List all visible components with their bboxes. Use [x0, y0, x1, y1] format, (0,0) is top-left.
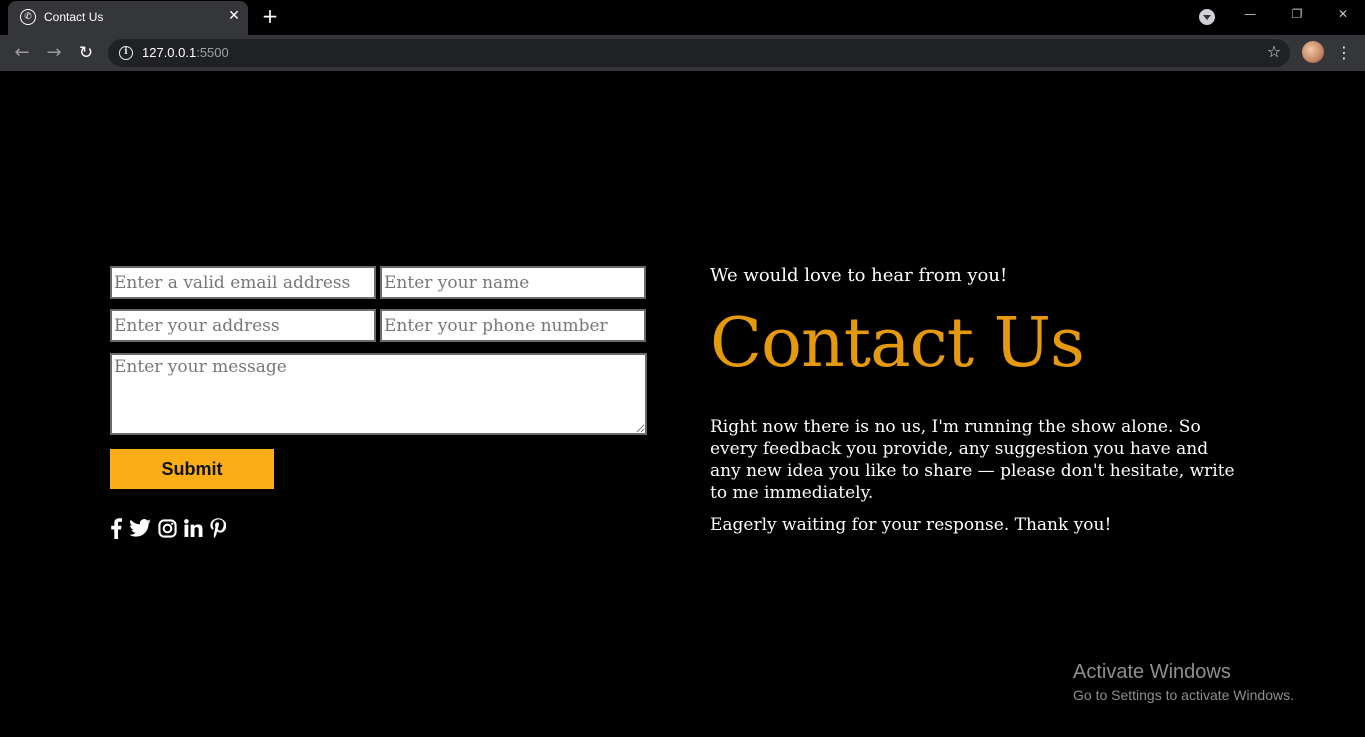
tab-search-icon[interactable] — [1199, 9, 1215, 25]
linkedin-icon[interactable] — [184, 517, 203, 539]
info-icon[interactable]: i — [119, 46, 133, 60]
message-field[interactable] — [110, 353, 647, 435]
reload-icon[interactable]: ↻ — [74, 41, 98, 65]
subheading: We would love to hear from you! — [710, 265, 1008, 286]
back-arrow-icon[interactable]: ← — [10, 41, 34, 65]
watermark-subtitle: Go to Settings to activate Windows. — [1073, 687, 1294, 703]
closing-paragraph: Eagerly waiting for your response. Thank… — [710, 515, 1112, 535]
forward-arrow-icon[interactable]: → — [42, 41, 66, 65]
browser-titlebar: ✆ Contact Us ✕ + — ❐ ✕ — [0, 0, 1365, 35]
twitter-icon[interactable] — [129, 517, 151, 539]
windows-activation-watermark: Activate Windows Go to Settings to activ… — [1073, 660, 1294, 706]
page-title: Contact Us — [710, 304, 1085, 383]
watermark-title: Activate Windows — [1073, 661, 1231, 683]
url-host: 127.0.0.1 — [142, 45, 197, 60]
facebook-icon[interactable] — [110, 517, 122, 539]
name-field[interactable] — [380, 266, 646, 299]
pinterest-icon[interactable] — [210, 517, 226, 539]
phone-field[interactable] — [380, 309, 646, 342]
instagram-icon[interactable] — [158, 517, 177, 539]
browser-tab[interactable]: ✆ Contact Us ✕ — [8, 1, 248, 35]
kebab-menu-icon[interactable]: ⋮ — [1334, 41, 1354, 65]
page-viewport: Submit We would love to hear from you! C… — [0, 71, 1365, 737]
url-port: :5500 — [196, 45, 229, 60]
intro-paragraph: Right now there is no us, I'm running th… — [710, 417, 1235, 503]
phone-icon: ✆ — [20, 9, 36, 25]
url-text[interactable]: 127.0.0.1:5500 — [142, 45, 229, 60]
contact-info: We would love to hear from you! Contact … — [710, 264, 1250, 536]
social-links — [110, 516, 233, 540]
avatar[interactable] — [1302, 41, 1324, 63]
browser-toolbar: ← → ↻ i 127.0.0.1:5500 ☆ ⋮ — [0, 35, 1365, 71]
restore-icon[interactable]: ❐ — [1274, 4, 1320, 26]
email-field[interactable] — [110, 266, 376, 299]
tab-title: Contact Us — [44, 10, 104, 24]
new-tab-icon[interactable]: + — [258, 6, 282, 28]
address-field[interactable] — [110, 309, 376, 342]
minimize-icon[interactable]: — — [1227, 4, 1273, 26]
bookmark-star-icon[interactable]: ☆ — [1264, 42, 1284, 62]
submit-button[interactable]: Submit — [110, 449, 274, 489]
window-close-icon[interactable]: ✕ — [1320, 4, 1365, 26]
close-icon[interactable]: ✕ — [225, 7, 243, 25]
address-bar[interactable]: i 127.0.0.1:5500 ☆ — [108, 39, 1290, 67]
